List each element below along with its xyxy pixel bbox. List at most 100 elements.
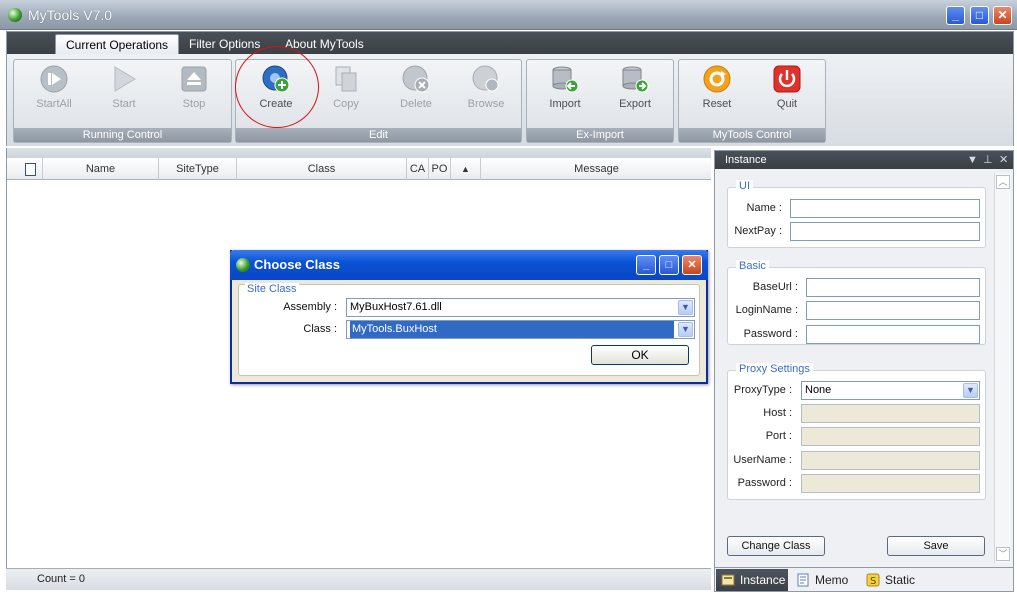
tab-instance[interactable]: Instance — [716, 569, 788, 591]
dialog-title: Choose Class — [254, 257, 340, 272]
dialog-minimize-button[interactable]: _ — [636, 255, 656, 275]
baseurl-input[interactable] — [806, 278, 980, 297]
panel-dropdown-icon[interactable]: ▼ — [967, 151, 978, 169]
play-icon — [114, 66, 136, 92]
port-label: Port : — [765, 430, 792, 442]
delete-button[interactable]: Delete — [386, 64, 446, 120]
tab-static-label: Static — [885, 573, 916, 587]
tab-memo[interactable]: Memo — [791, 569, 859, 591]
panel-scrollbar[interactable]: ︿ ﹀ — [994, 173, 1011, 563]
site-class-group: Site Class Assembly : MyBuxHost7.61.dll … — [238, 283, 700, 376]
import-icon — [552, 66, 579, 93]
save-button[interactable]: Save — [887, 536, 985, 556]
proxytype-select[interactable]: None ▼ — [801, 381, 980, 400]
start-label: Start — [112, 98, 136, 110]
create-highlight-circle — [235, 46, 319, 128]
browse-icon — [472, 65, 499, 92]
import-label: Import — [549, 98, 581, 110]
copy-button[interactable]: Copy — [316, 64, 376, 120]
export-button[interactable]: Export — [605, 64, 665, 120]
proxy-password-input[interactable] — [801, 474, 980, 493]
class-value: MyTools.BuxHost — [350, 321, 674, 338]
chevron-down-icon[interactable]: ▼ — [678, 300, 693, 315]
username-input[interactable] — [801, 451, 980, 470]
proxy-section: Proxy Settings ProxyType : None ▼ Host :… — [727, 363, 986, 500]
name-label: Name : — [746, 202, 782, 214]
dialog-title-bar: Choose Class _ □ ✕ — [230, 250, 708, 280]
stop-button[interactable]: Stop — [164, 64, 224, 120]
tab-strip: Current Operations Filter Options About … — [7, 32, 1013, 54]
assembly-select[interactable]: MyBuxHost7.61.dll ▼ — [346, 298, 695, 317]
ok-button[interactable]: OK — [591, 345, 689, 365]
import-button[interactable]: Import — [535, 64, 595, 120]
power-icon — [773, 65, 801, 93]
tab-instance-label: Instance — [740, 573, 786, 587]
loginname-input[interactable] — [806, 301, 980, 320]
svg-text:S: S — [870, 576, 876, 587]
class-label: Class : — [303, 323, 337, 335]
assembly-label: Assembly : — [283, 301, 337, 313]
select-all-checkbox[interactable] — [25, 163, 36, 176]
dialog-close-button[interactable]: ✕ — [682, 255, 702, 275]
column-message[interactable]: Message — [481, 158, 712, 180]
nextpay-input[interactable] — [790, 222, 980, 241]
sort-ascending-icon[interactable]: ▲ — [451, 158, 481, 180]
startall-button[interactable]: StartAll — [24, 64, 84, 120]
minimize-button[interactable]: _ — [946, 6, 965, 25]
nextpay-label: NextPay : — [734, 225, 782, 237]
column-name[interactable]: Name — [43, 158, 159, 180]
reset-button[interactable]: Reset — [687, 64, 747, 120]
stop-icon — [181, 66, 207, 92]
delete-label: Delete — [400, 98, 432, 110]
ribbon-body: StartAll Start Stop Running Control Crea… — [7, 54, 1013, 146]
proxy-legend: Proxy Settings — [736, 363, 813, 375]
delete-icon — [402, 65, 430, 93]
assembly-value: MyBuxHost7.61.dll — [350, 301, 442, 313]
instance-icon — [721, 574, 735, 586]
startall-label: StartAll — [36, 98, 72, 110]
change-class-button[interactable]: Change Class — [727, 536, 825, 556]
basic-password-input[interactable] — [806, 325, 980, 344]
ui-legend: UI — [736, 180, 753, 192]
grid-top-border — [7, 148, 711, 158]
choose-class-dialog: Choose Class _ □ ✕ Site Class Assembly :… — [230, 250, 708, 384]
panel-title-bar: Instance ▼ ⊥ ✕ — [715, 151, 1013, 169]
class-select[interactable]: MyTools.BuxHost ▼ — [346, 320, 695, 339]
port-input[interactable] — [801, 427, 980, 446]
panel-close-icon[interactable]: ✕ — [999, 151, 1008, 169]
quit-button[interactable]: Quit — [757, 64, 817, 120]
chevron-down-icon[interactable]: ▼ — [678, 322, 693, 337]
panel-title: Instance — [725, 154, 767, 166]
column-class[interactable]: Class — [237, 158, 407, 180]
host-label: Host : — [763, 407, 792, 419]
grid-header: Name SiteType Class CA PO ▲ Message — [7, 158, 711, 180]
browse-button[interactable]: Browse — [456, 64, 516, 120]
dialog-app-icon — [236, 258, 250, 272]
scroll-up-icon[interactable]: ︿ — [996, 175, 1010, 189]
tab-current-operations[interactable]: Current Operations — [55, 34, 180, 54]
export-label: Export — [619, 98, 651, 110]
start-button[interactable]: Start — [94, 64, 154, 120]
pin-icon[interactable]: ⊥ — [983, 151, 993, 169]
name-input[interactable] — [790, 199, 980, 218]
loginname-label: LoginName : — [735, 304, 798, 316]
column-ca[interactable]: CA — [407, 158, 429, 180]
column-sitetype[interactable]: SiteType — [159, 158, 237, 180]
title-bar: MyTools V7.0 _ □ ✕ — [0, 0, 1017, 30]
group-running-control: StartAll Start Stop Running Control — [13, 59, 232, 143]
chevron-down-icon[interactable]: ▼ — [963, 383, 978, 398]
dialog-maximize-button[interactable]: □ — [659, 255, 679, 275]
baseurl-label: BaseUrl : — [752, 281, 798, 293]
group-caption-mytools-control: MyTools Control — [679, 128, 825, 142]
select-all-column[interactable] — [7, 158, 43, 180]
close-button[interactable]: ✕ — [993, 6, 1012, 25]
quit-label: Quit — [776, 98, 798, 110]
static-icon: S — [866, 573, 880, 587]
scroll-down-icon[interactable]: ﹀ — [996, 547, 1010, 561]
app-icon — [8, 8, 22, 22]
column-po[interactable]: PO — [429, 158, 451, 180]
maximize-button[interactable]: □ — [970, 6, 989, 25]
copy-label: Copy — [333, 98, 359, 110]
tab-static[interactable]: S Static — [861, 569, 931, 591]
host-input[interactable] — [801, 404, 980, 423]
